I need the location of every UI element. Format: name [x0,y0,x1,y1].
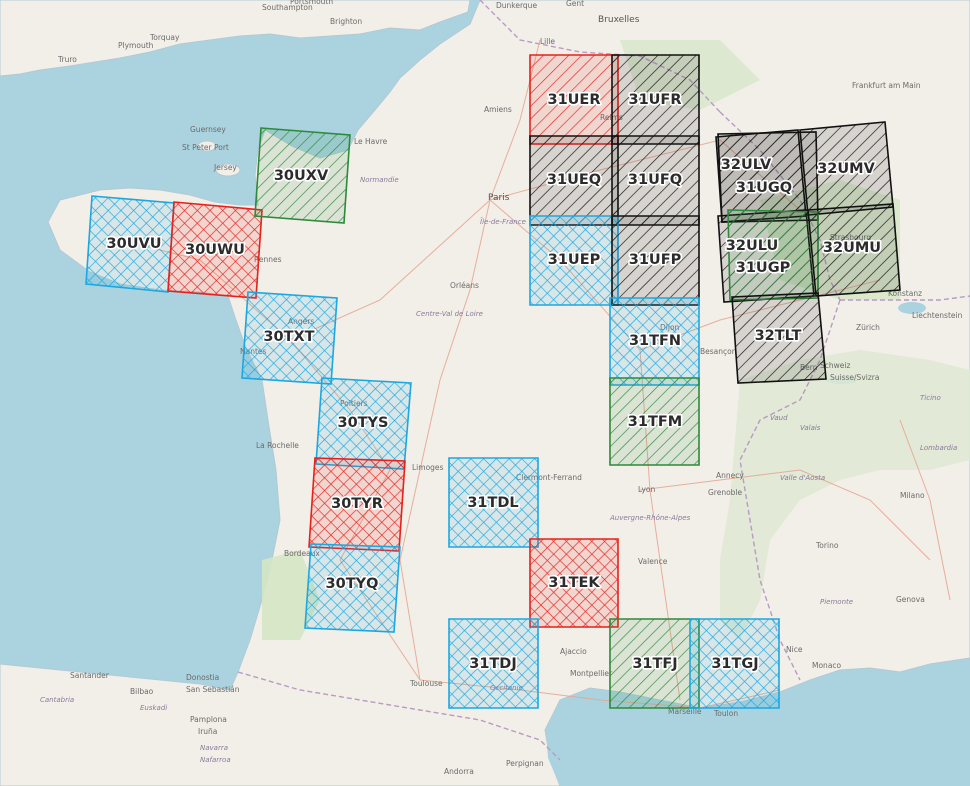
place-label-perpignan: Perpignan [506,759,544,768]
tile-label-31ugq: 31UGQ [736,180,792,196]
place-label-la-rochelle: La Rochelle [256,441,299,450]
place-label-dunkerque: Dunkerque [496,1,537,10]
tile-label-31tfn: 31TFN [629,333,681,349]
place-label-pamplona: Pamplona [190,715,227,724]
place-label-amiens: Amiens [484,105,512,114]
tile-label-31ueq: 31UEQ [547,172,601,188]
place-label-iru-a: Iruña [198,727,217,736]
tile-label-31ufr: 31UFR [628,92,681,108]
map-svg: PlymouthSouthamptonBrightonTruroTorquayP… [0,0,970,786]
tile-label-30tyq: 30TYQ [326,576,379,592]
tile-label-31tfj: 31TFJ [632,656,677,672]
map-canvas[interactable]: Plymouth Southampton Brighton Truro Torquay P… [0,0,970,786]
tile-label-31uep: 31UEP [548,252,601,268]
tile-label-31tek: 31TEK [548,575,600,591]
place-label-monaco: Monaco [812,661,842,670]
place-label-grenoble: Grenoble [708,488,743,497]
place-label-valais: Valais [800,424,821,432]
place-label-bruxelles: Bruxelles [598,15,640,25]
place-label-frankfurt-am-main: Frankfurt am Main [852,81,921,90]
place-label-navarra: Navarra [200,744,228,752]
place-label-andorra: Andorra [444,767,474,776]
tile-label-32ulv: 32ULV [721,157,772,173]
tile-label-30tys: 30TYS [337,415,388,431]
place-label-torquay: Torquay [149,33,180,42]
place-label-portsmouth: Portsmouth [290,0,333,6]
place-label-st-peter-port: St Peter Port [182,143,229,152]
place-label-annecy: Annecy [716,471,744,480]
place-label-z-rich: Zürich [856,323,880,332]
tile-label-32tlt: 32TLT [755,328,802,344]
place-label-lyon: Lyon [638,485,656,494]
place-label-donostia: Donostia [186,673,219,682]
place-label-ticino: Ticino [920,394,941,402]
place-label-plymouth: Plymouth [118,41,154,50]
place-label-santander: Santander [70,671,110,680]
tile-label-31tdj: 31TDJ [469,656,517,672]
place-label-lille: Lille [540,37,555,46]
place-label-toulon: Toulon [713,709,738,718]
place-label-euskadi: Euskadi [140,704,167,712]
place-label-torino: Torino [815,541,839,550]
place-label-guernsey: Guernsey [190,125,226,134]
place-label-montpellier: Montpellier [570,669,613,678]
tile-label-32umu: 32UMU [823,240,881,256]
place-label-limoges: Limoges [412,463,444,472]
place-label-valence: Valence [638,557,668,566]
place-label-milano: Milano [900,491,925,500]
place-label-nice: Nice [786,645,803,654]
tile-label-30uwu: 30UWU [185,242,245,258]
tile-label-31uer: 31UER [547,92,600,108]
place-label-liechtenstein: Liechtenstein [912,311,963,320]
place-label-cantabria: Cantabria [40,696,74,704]
place-label-nafarroa: Nafarroa [200,756,231,764]
place-label-orl-ans: Orléans [450,281,479,290]
place-label-auvergne-rh-ne-alpes: Auvergne-Rhône-Alpes [609,514,691,522]
place-label-truro: Truro [57,55,77,64]
place-label-san-sebasti-n: San Sebastián [186,685,240,694]
tile-label-31ufp: 31UFP [629,252,682,268]
tile-label-32ulu: 32ULU [726,238,778,254]
place-label-normandie: Normandie [360,176,399,184]
tile-label-31ugp: 31UGP [736,260,791,276]
place-label-brighton: Brighton [330,17,362,26]
place-label-suisse-svizra: Suisse/Svizra [830,373,879,382]
place-label-bilbao: Bilbao [130,687,154,696]
tile-label-30txt: 30TXT [263,329,314,345]
tile-label-30uxv: 30UXV [274,168,329,184]
place-label-vaud: Vaud [770,414,788,422]
place-label-toulouse: Toulouse [409,679,443,688]
tile-31ugp[interactable] [727,209,819,301]
place-label-jersey: Jersey [213,163,237,172]
tile-label-32umv: 32UMV [817,161,875,177]
place-label-ajaccio: Ajaccio [560,647,587,656]
place-label-besan-on: Besançon [700,347,737,356]
place-label-gent: Gent [566,0,584,8]
place-label-lombardia: Lombardia [920,444,957,452]
place-label-paris: Paris [488,193,510,203]
place-label-genova: Genova [896,595,925,604]
place-label-le-de-france: Île-de-France [480,217,526,226]
place-label-valle-d-aosta: Valle d'Aosta [780,474,825,482]
place-label-le-havre: Le Havre [354,137,388,146]
place-label-centre-val-de-loire: Centre-Val de Loire [416,310,483,318]
place-label-piemonte: Piemonte [820,598,853,606]
tile-label-31tdl: 31TDL [467,495,518,511]
tile-label-31ufq: 31UFQ [628,172,682,188]
tile-label-30uvu: 30UVU [107,236,162,252]
tile-label-31tgj: 31TGJ [711,656,758,672]
tile-label-30tyr: 30TYR [331,496,383,512]
tile-label-31tfm: 31TFM [628,414,682,430]
